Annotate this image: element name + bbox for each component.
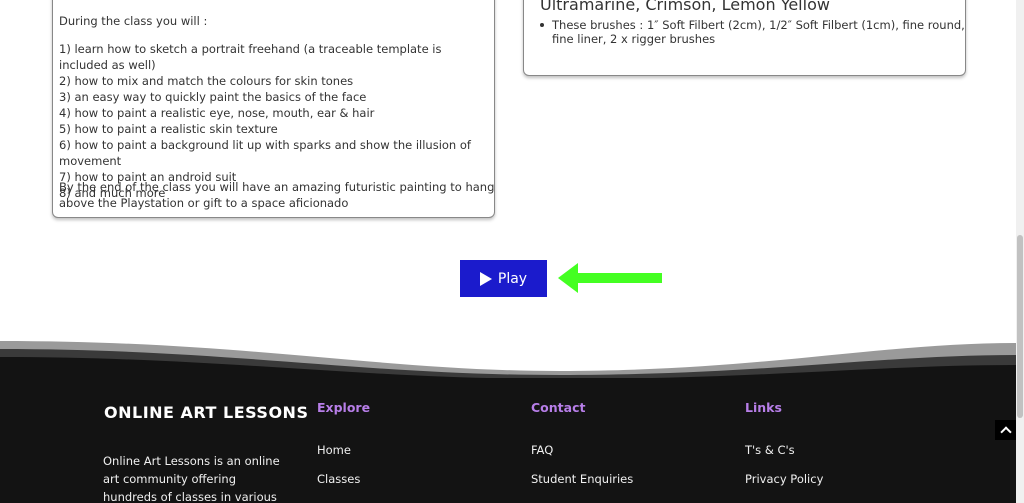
class-closing-text: By the end of the class you will have an… [59, 180, 495, 210]
list-item: 2) how to mix and match the colours for … [59, 74, 354, 88]
page: During the class you will : 1) learn how… [0, 0, 1016, 503]
footer-link-student-enquiries[interactable]: Student Enquiries [531, 472, 633, 486]
footer-wave [0, 341, 1016, 380]
class-details-card: During the class you will : 1) learn how… [52, 0, 495, 218]
list-item: 1) learn how to sketch a portrait freeha… [59, 42, 442, 72]
footer-link-privacy-policy[interactable]: Privacy Policy [745, 472, 823, 486]
page-scrollbar[interactable] [1016, 0, 1024, 503]
list-item: 5) how to paint a realistic skin texture [59, 122, 278, 136]
materials-card: Ultramarine, Crimson, Lemon Yellow These… [523, 0, 966, 76]
footer-heading-links: Links [745, 400, 782, 415]
footer-link-home[interactable]: Home [317, 443, 351, 457]
class-points-list: 1) learn how to sketch a portrait freeha… [59, 41, 494, 201]
play-icon [479, 271, 492, 286]
class-intro-text: During the class you will : [59, 14, 208, 28]
play-button[interactable]: Play [460, 260, 547, 297]
list-item: 6) how to paint a background lit up with… [59, 138, 471, 168]
chevron-up-icon [999, 426, 1012, 438]
footer-brand: ONLINE ART LESSONS [104, 403, 309, 422]
footer-link-faq[interactable]: FAQ [531, 443, 553, 457]
list-item: 3) an easy way to quickly paint the basi… [59, 90, 367, 104]
materials-item-colours: Ultramarine, Crimson, Lemon Yellow [540, 0, 830, 14]
footer-about-text: Online Art Lessons is an online art comm… [103, 454, 280, 503]
footer-heading-contact: Contact [531, 400, 586, 415]
play-button-label: Play [497, 270, 528, 287]
list-item: 4) how to paint a realistic eye, nose, m… [59, 106, 375, 120]
scrollbar-thumb[interactable] [1017, 235, 1023, 418]
footer-heading-explore: Explore [317, 400, 371, 415]
footer-link-classes[interactable]: Classes [317, 472, 360, 486]
footer-link-terms[interactable]: T's & C's [745, 443, 795, 457]
arrow-left-icon [558, 263, 662, 293]
scroll-to-top-button[interactable] [995, 420, 1016, 440]
materials-item-brushes: These brushes : 1″ Soft Filbert (2cm), 1… [540, 18, 965, 46]
